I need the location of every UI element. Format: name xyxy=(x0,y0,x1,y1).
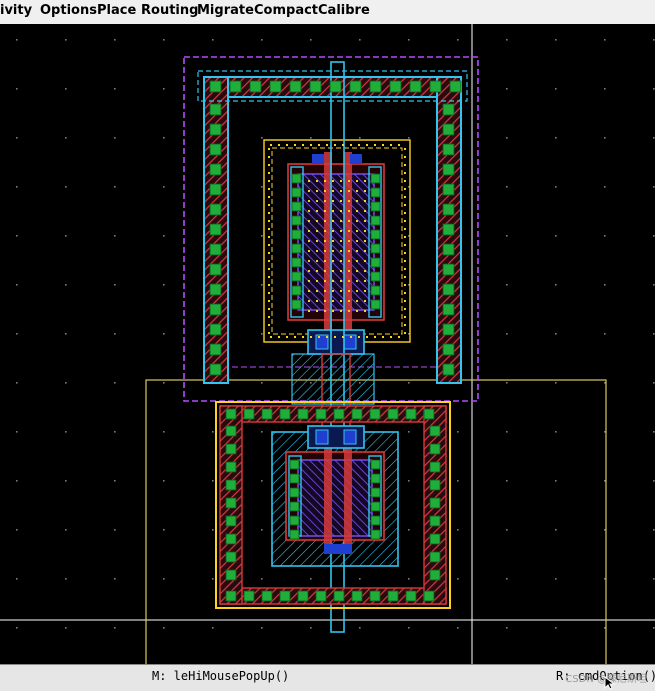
pmos-top-contact-2 xyxy=(350,154,362,164)
layout-canvas[interactable] xyxy=(0,24,655,664)
nmos-metal2-fill xyxy=(297,459,373,537)
nmos-gate-via-1 xyxy=(315,429,329,445)
menu-options[interactable]: Options xyxy=(40,3,97,18)
mouse-pointer-icon xyxy=(604,676,616,690)
menu-bar: ivity Options Place Routing Migrate Comp… xyxy=(0,0,655,25)
menu-compact[interactable]: Compact xyxy=(254,3,318,18)
nmos-gate-via-2 xyxy=(343,429,357,445)
menu-calibre[interactable]: Calibre xyxy=(318,3,370,18)
mouse-left-status: M: leHiMousePopUp() xyxy=(152,669,290,683)
nmos-bottom-contact xyxy=(324,544,352,554)
menu-migrate[interactable]: Migrate xyxy=(197,3,254,18)
status-bar: M: leHiMousePopUp() R: cmdOption() xyxy=(0,664,655,691)
nmos-gate-right xyxy=(344,442,352,552)
nmos-gate-left xyxy=(324,442,332,552)
menu-routing[interactable]: Routing xyxy=(141,3,198,18)
menu-place[interactable]: Place xyxy=(97,3,136,18)
output-poly-bridge xyxy=(291,353,375,405)
menu-activity[interactable]: ivity xyxy=(0,3,32,18)
pmos-top-contact-1 xyxy=(312,154,324,164)
